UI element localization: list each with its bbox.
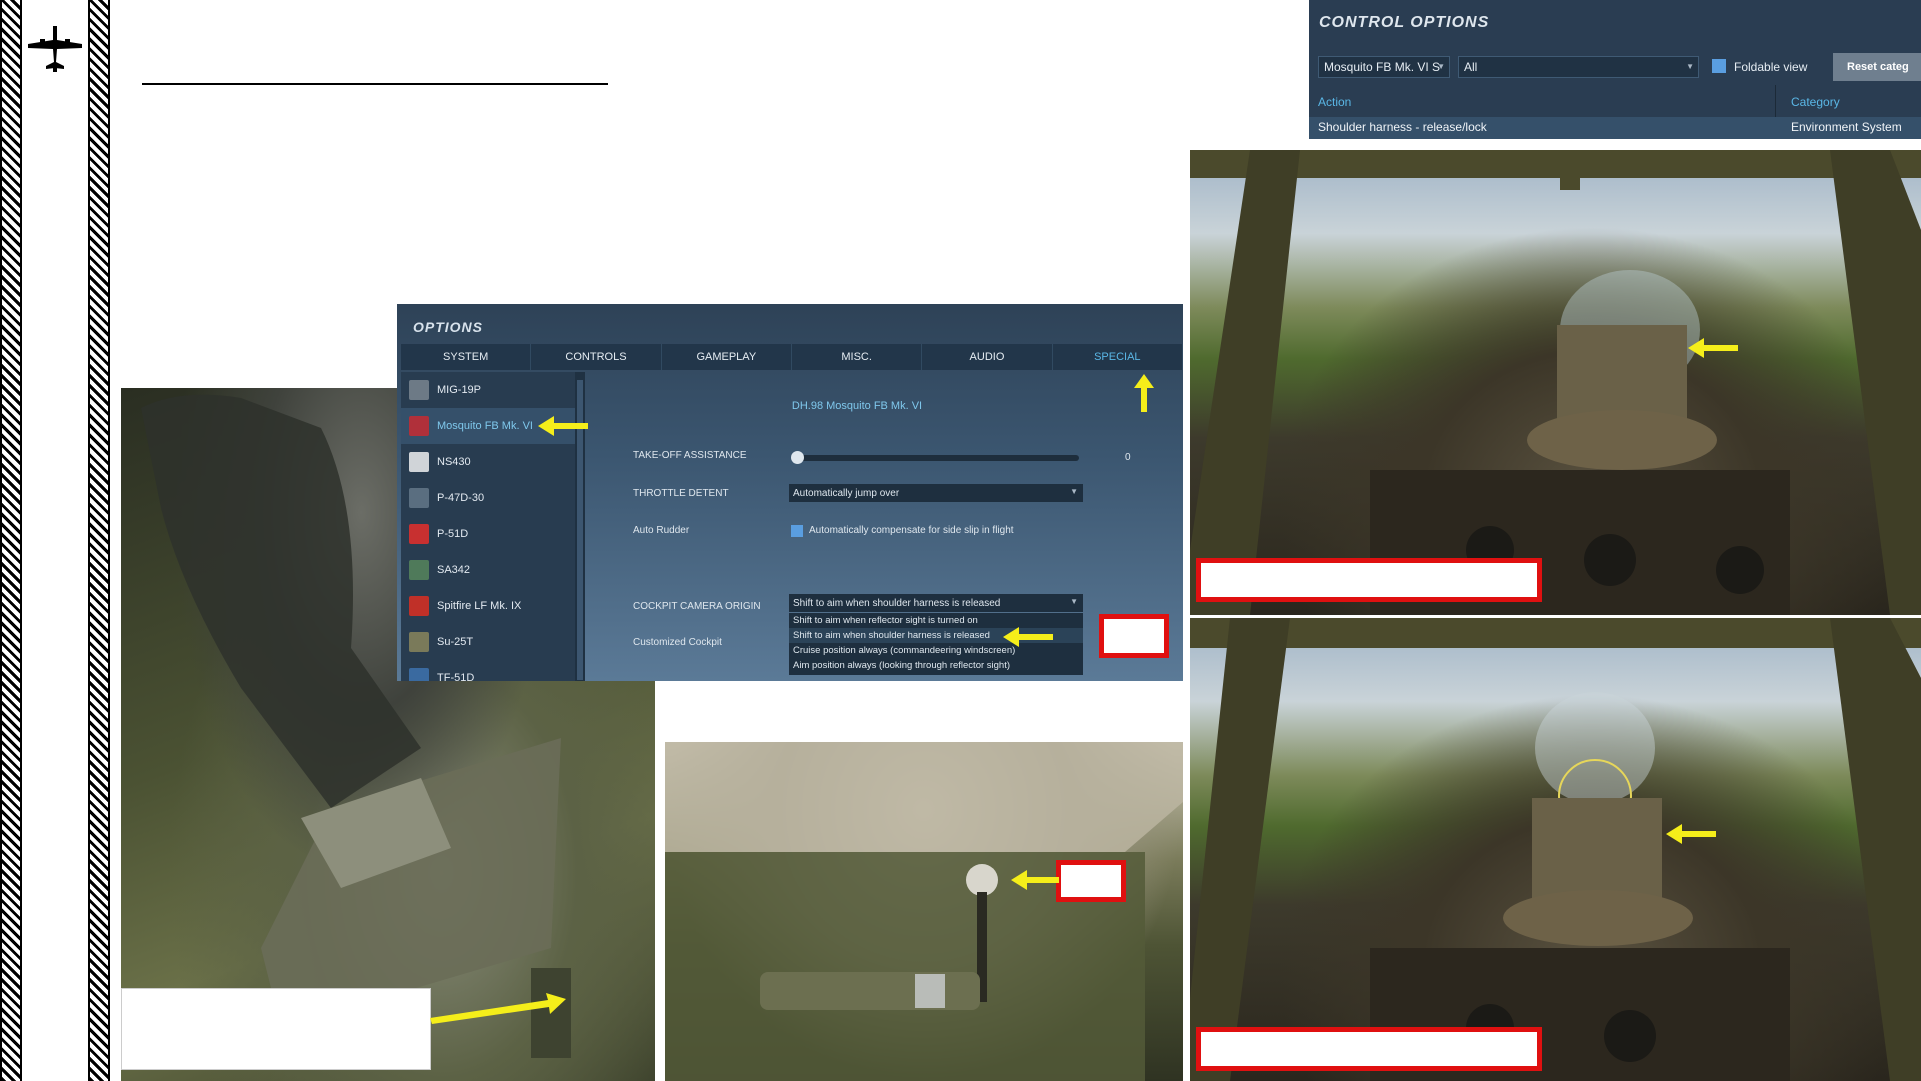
module-label: NS430 [437, 456, 471, 468]
options-tab-bar: SYSTEM CONTROLS GAMEPLAY MISC. AUDIO SPE… [401, 344, 1183, 370]
module-icon [409, 668, 429, 681]
module-list-item[interactable]: P-51D [401, 516, 576, 552]
chevron-down-icon: ▼ [1686, 62, 1694, 71]
control-options-window: CONTROL OPTIONS Mosquito FB Mk. VI S ▼ A… [1309, 0, 1921, 139]
module-icon [409, 524, 429, 544]
decorative-rail-right [88, 0, 110, 1081]
yellow-arrow-icon [1134, 374, 1154, 412]
module-icon [409, 632, 429, 652]
module-list-item[interactable]: TF-51D [401, 660, 576, 681]
foldable-view-label: Foldable view [1734, 60, 1808, 74]
tab-special[interactable]: SPECIAL [1053, 344, 1183, 370]
yellow-arrow-icon [1011, 870, 1059, 890]
callout-box-cockpit-top [1196, 558, 1542, 602]
callout-box-cockpit-bottom [1196, 1027, 1542, 1071]
module-list-item[interactable]: NS430 [401, 444, 576, 480]
category-select-value: All [1464, 60, 1478, 74]
tab-system[interactable]: SYSTEM [401, 344, 532, 370]
module-list-item[interactable]: SA342 [401, 552, 576, 588]
callout-box-seat [121, 988, 431, 1070]
chevron-down-icon: ▼ [1070, 487, 1078, 496]
module-list-item[interactable]: Su-25T [401, 624, 576, 660]
table-row[interactable]: Shoulder harness - release/lock Environm… [1309, 117, 1921, 139]
tab-misc[interactable]: MISC. [792, 344, 923, 370]
module-label: P-47D-30 [437, 492, 485, 504]
auto-rudder-description: Automatically compensate for side slip i… [809, 525, 1014, 536]
takeoff-assistance-label: TAKE-OFF ASSISTANCE [633, 450, 747, 461]
module-icon [409, 488, 429, 508]
harness-lever-photo [665, 742, 1183, 1081]
yellow-arrow-icon [1688, 338, 1738, 358]
foldable-view-checkbox[interactable] [1712, 59, 1726, 73]
module-icon [409, 596, 429, 616]
cockpit-camera-origin-select[interactable]: Shift to aim when shoulder harness is re… [789, 594, 1083, 612]
module-label: Su-25T [437, 636, 474, 648]
yellow-arrow-icon [538, 416, 588, 436]
module-label: Spitfire LF Mk. IX [437, 600, 522, 612]
cockpit-view-harness-locked [1190, 150, 1921, 615]
module-label: TF-51D [437, 672, 475, 681]
cockpit-camera-origin-value: Shift to aim when shoulder harness is re… [793, 597, 1001, 609]
chevron-down-icon: ▼ [1437, 62, 1445, 71]
takeoff-assistance-value: 0 [1125, 452, 1131, 463]
takeoff-assistance-slider[interactable] [791, 451, 1079, 464]
module-title: DH.98 Mosquito FB Mk. VI [791, 400, 923, 412]
aircraft-select[interactable]: Mosquito FB Mk. VI S ▼ [1318, 56, 1450, 78]
control-options-title: CONTROL OPTIONS [1319, 14, 1490, 31]
throttle-detent-value: Automatically jump over [793, 487, 900, 499]
module-list-item[interactable]: MIG-19P [401, 372, 576, 408]
auto-rudder-label: Auto Rudder [633, 525, 690, 536]
yellow-arrow-icon [430, 993, 566, 1024]
category-select[interactable]: All ▼ [1458, 56, 1699, 78]
decorative-rail-left [0, 0, 22, 1081]
lever-shapes [665, 742, 1183, 1081]
module-list-item[interactable]: P-47D-30 [401, 480, 576, 516]
module-list-item[interactable]: Spitfire LF Mk. IX [401, 588, 576, 624]
yellow-arrow-icon [1003, 627, 1053, 647]
row-action: Shoulder harness - release/lock [1318, 120, 1487, 134]
slider-knob[interactable] [791, 451, 804, 464]
callout-box-lever [1056, 860, 1126, 902]
aircraft-select-value: Mosquito FB Mk. VI S [1324, 60, 1441, 74]
callout-box-options [1099, 614, 1169, 658]
cockpit-view-harness-released [1190, 618, 1921, 1081]
tutorial-page: OPTIONS SYSTEM CONTROLS GAMEPLAY MISC. A… [0, 0, 1921, 1081]
dropdown-option[interactable]: Aim position always (looking through ref… [789, 658, 1083, 673]
module-icon [409, 452, 429, 472]
options-title: OPTIONS [413, 319, 484, 335]
module-label: SA342 [437, 564, 471, 576]
module-icon [409, 416, 429, 436]
column-header-category[interactable]: Category [1791, 95, 1840, 109]
row-category: Environment System [1791, 120, 1902, 134]
cockpit-bottom-shapes [1190, 618, 1921, 1081]
tab-controls[interactable]: CONTROLS [531, 344, 662, 370]
reset-category-button[interactable]: Reset categ [1833, 53, 1921, 81]
throttle-detent-select[interactable]: Automatically jump over ▼ [789, 484, 1083, 502]
mosquito-plane-icon [28, 26, 82, 72]
module-label: MIG-19P [437, 384, 482, 396]
cockpit-top-shapes [1190, 150, 1921, 615]
yellow-arrow-icon [1666, 824, 1716, 844]
tab-audio[interactable]: AUDIO [922, 344, 1053, 370]
options-window: OPTIONS SYSTEM CONTROLS GAMEPLAY MISC. A… [397, 304, 1183, 681]
cockpit-camera-origin-label: COCKPIT CAMERA ORIGIN [633, 601, 761, 612]
chevron-down-icon: ▼ [1070, 597, 1078, 606]
customized-cockpit-label: Customized Cockpit [633, 637, 722, 648]
module-icon [409, 560, 429, 580]
module-icon [409, 380, 429, 400]
column-header-action[interactable]: Action [1318, 95, 1351, 109]
page-title-underline [142, 83, 608, 85]
throttle-detent-label: THROTTLE DETENT [633, 488, 729, 499]
module-label: Mosquito FB Mk. VI [437, 420, 533, 432]
module-label: P-51D [437, 528, 469, 540]
tab-gameplay[interactable]: GAMEPLAY [662, 344, 792, 370]
auto-rudder-checkbox[interactable] [791, 525, 803, 537]
